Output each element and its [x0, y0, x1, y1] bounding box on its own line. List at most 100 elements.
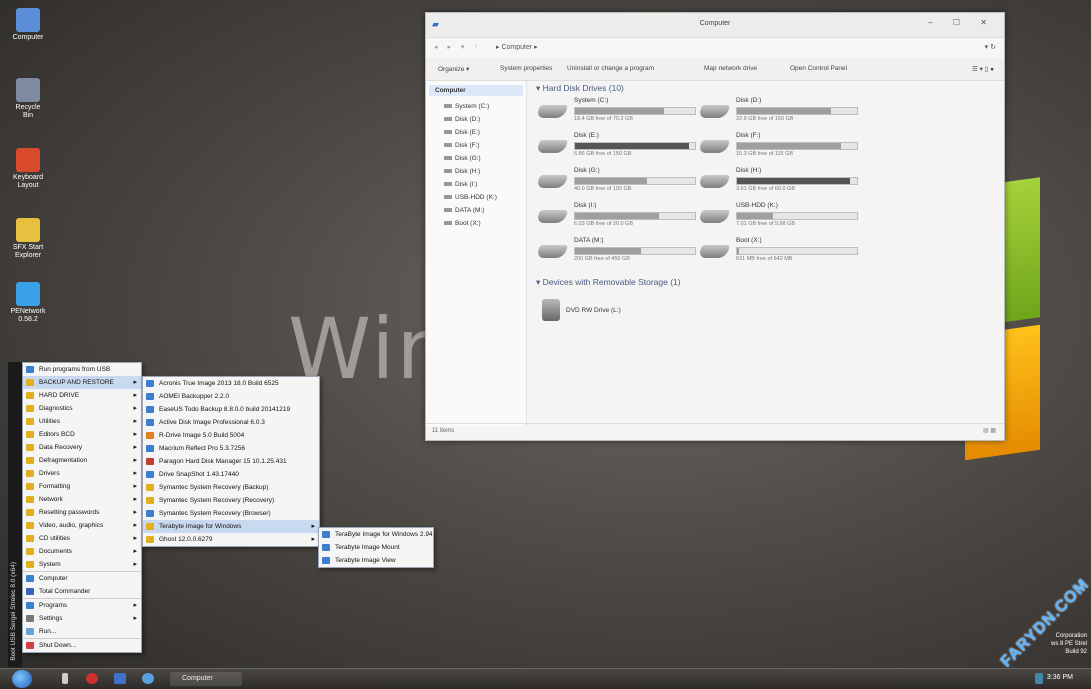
build-info-line: Build 92 [1065, 649, 1087, 655]
nav-item-drive[interactable]: System (C:) [426, 100, 526, 113]
menu-item[interactable]: Drivers ▸ [23, 467, 141, 480]
drive-free-space: 7.01 GB free of 9.98 GB [736, 221, 796, 227]
explorer-window[interactable]: ▰ Computer – ☐ ✕ ◂ ▸ ▾ ↑ ▸ Computer ▸ ▾ … [425, 12, 1005, 441]
taskbar-item-computer[interactable]: Computer [170, 672, 242, 686]
menu-item[interactable]: Shut Down... [23, 638, 141, 652]
drive-tile[interactable]: Boot (X:) 631 MB free of 642 MB [697, 237, 858, 267]
toolbar-button[interactable]: Open Control Panel [790, 65, 847, 72]
menu-item[interactable]: Ghost 12.0.0.6279 ▸ [143, 533, 319, 546]
toolbar-button[interactable]: Uninstall or change a program [567, 65, 654, 72]
menu-item-icon [26, 628, 34, 635]
drive-tile[interactable]: Disk (D:) 32.9 GB free of 150 GB [697, 97, 858, 127]
toolbar-button[interactable]: Map network drive [704, 65, 757, 72]
nav-item-drive[interactable]: Disk (E:) [426, 126, 526, 139]
quick-launch-icon[interactable] [86, 673, 98, 684]
quick-launch-icon[interactable] [114, 673, 126, 684]
menu-item[interactable]: Utilities ▸ [23, 415, 141, 428]
menu-item[interactable]: R-Drive Image 5.0 Build 5004 [143, 429, 319, 442]
quick-launch-icon[interactable] [142, 673, 154, 684]
menu-item[interactable]: Network ▸ [23, 493, 141, 506]
menu-item[interactable]: System ▸ [23, 558, 141, 571]
removable-group-header[interactable]: ▾ Devices with Removable Storage (1) [536, 277, 1004, 291]
drive-tile[interactable]: Disk (I:) 6.03 GB free of 20.0 GB [535, 202, 696, 232]
nav-item-drive[interactable]: DATA (M:) [426, 204, 526, 217]
desktop-icon[interactable]: SFX Start Explorer [10, 218, 46, 260]
address-bar[interactable]: ◂ ▸ ▾ ↑ ▸ Computer ▸ ▾ ↻ [426, 37, 1004, 58]
nav-buttons[interactable]: ◂ ▸ ▾ ↑ [434, 43, 482, 51]
menu-item[interactable]: Settings ▸ [23, 612, 141, 625]
menu-item[interactable]: Run... [23, 625, 141, 638]
nav-item-drive[interactable]: Boot (X:) [426, 217, 526, 230]
menu-item[interactable]: CD utilities ▸ [23, 532, 141, 545]
hard-disk-group-header[interactable]: ▾ Hard Disk Drives (10) [536, 83, 1004, 97]
menu-item[interactable]: Documents ▸ [23, 545, 141, 558]
nav-item-drive[interactable]: Disk (H:) [426, 165, 526, 178]
drive-tile[interactable]: Disk (F:) 15.3 GB free of 115 GB [697, 132, 858, 162]
nav-item-drive[interactable]: USB-HDD (K:) [426, 191, 526, 204]
view-toggle-icon[interactable]: ▤ ▦ [983, 427, 996, 434]
title-bar[interactable]: ▰ Computer – ☐ ✕ [426, 13, 1004, 37]
menu-item[interactable]: Symantec System Recovery (Recovery) [143, 494, 319, 507]
menu-item[interactable]: Computer [23, 571, 141, 585]
dvd-drive[interactable]: DVD RW Drive (L:) [530, 295, 1004, 325]
menu-item[interactable]: Terabyte Image View [319, 554, 433, 567]
menu-item[interactable]: Symantec System Recovery (Backup) [143, 481, 319, 494]
toolbar-button[interactable]: System properties [500, 65, 552, 72]
drive-tile[interactable]: Disk (G:) 40.0 GB free of 100 GB [535, 167, 696, 197]
nav-item-drive[interactable]: Disk (F:) [426, 139, 526, 152]
menu-item[interactable]: Formatting ▸ [23, 480, 141, 493]
chevron-right-icon: ▸ [133, 602, 137, 609]
drive-tile[interactable]: System (C:) 18.4 GB free of 70.2 GB [535, 97, 696, 127]
menu-item[interactable]: Data Recovery ▸ [23, 441, 141, 454]
desktop-icon[interactable]: Recycle Bin [10, 78, 46, 120]
menu-item[interactable]: Defragmentation ▸ [23, 454, 141, 467]
menu-item-label: CD utilities [39, 535, 71, 542]
menu-item[interactable]: Macrium Reflect Pro 5.3.7256 [143, 442, 319, 455]
menu-item[interactable]: Terabyte Image for Windows ▸ [143, 520, 319, 533]
content-area: ▾ Hard Disk Drives (10) System (C:) 18.4 … [530, 83, 1004, 424]
menu-item[interactable]: Drive SnapShot 1.43.17440 [143, 468, 319, 481]
drive-tile[interactable]: USB-HDD (K:) 7.01 GB free of 9.98 GB [697, 202, 858, 232]
nav-item-drive[interactable]: Disk (D:) [426, 113, 526, 126]
nav-header-computer[interactable]: Computer [429, 85, 523, 96]
menu-item[interactable]: TeraByte Image for Windows 2.94 [319, 528, 433, 541]
menu-item[interactable]: AOMEI Backupper 2.2.0 [143, 390, 319, 403]
refresh-button[interactable]: ▾ ↻ [985, 43, 996, 51]
menu-item[interactable]: Programs ▸ [23, 598, 141, 612]
terabyte-submenu: TeraByte Image for Windows 2.94 Terabyte … [318, 527, 434, 568]
nav-item-drive[interactable]: Disk (G:) [426, 152, 526, 165]
menu-item[interactable]: Run programs from USB [23, 363, 141, 376]
menu-item[interactable]: Symantec System Recovery (Browser) [143, 507, 319, 520]
drive-usage-fill [737, 213, 773, 219]
menu-item[interactable]: Editors BCD ▸ [23, 428, 141, 441]
view-options-icon[interactable]: ☰ ▾ ▯ ● [972, 65, 994, 73]
menu-item[interactable]: Terabyte Image Mount [319, 541, 433, 554]
tray-network-icon[interactable] [1035, 673, 1043, 684]
menu-item[interactable]: Diagnostics ▸ [23, 402, 141, 415]
nav-item-drive[interactable]: Disk (I:) [426, 178, 526, 191]
menu-item[interactable]: EaseUS Todo Backup 8.8.0.0 build 2014121… [143, 403, 319, 416]
menu-item[interactable]: BACKUP AND RESTORE ▸ [23, 376, 141, 389]
drive-tile[interactable]: Disk (E:) 6.86 GB free of 150 GB [535, 132, 696, 162]
clock[interactable]: 3:36 PM [1047, 674, 1073, 681]
quick-launch-icon[interactable] [62, 673, 68, 684]
desktop-icon[interactable]: PENetwork 0.58.2 [10, 282, 46, 324]
drive-name: DATA (M:) [574, 237, 604, 244]
menu-item[interactable]: Total Commander [23, 585, 141, 598]
start-button[interactable] [12, 670, 32, 688]
drive-tile[interactable]: DATA (M:) 200 GB free of 450 GB [535, 237, 696, 267]
desktop-icon[interactable]: Keyboard Layout [10, 148, 46, 190]
menu-item[interactable]: Active Disk Image Professional 6.0.3 [143, 416, 319, 429]
menu-item-label: Programs [39, 602, 68, 609]
menu-item[interactable]: Acronis True Image 2013 18.0 Build 6525 [143, 377, 319, 390]
window-controls[interactable]: – ☐ ✕ [928, 18, 996, 27]
menu-item[interactable]: Resetting passwords ▸ [23, 506, 141, 519]
chevron-right-icon: ▸ [133, 379, 137, 386]
address-path[interactable]: ▸ Computer ▸ [496, 43, 538, 51]
desktop-icon[interactable]: Computer [10, 8, 46, 42]
drive-tile[interactable]: Disk (H:) 3.61 GB free of 60.0 GB [697, 167, 858, 197]
menu-item[interactable]: Paragon Hard Disk Manager 15 10.1.25.431 [143, 455, 319, 468]
menu-item[interactable]: HARD DRIVE ▸ [23, 389, 141, 402]
menu-item[interactable]: Video, audio, graphics ▸ [23, 519, 141, 532]
toolbar-button[interactable]: Organize ▾ [438, 65, 469, 73]
